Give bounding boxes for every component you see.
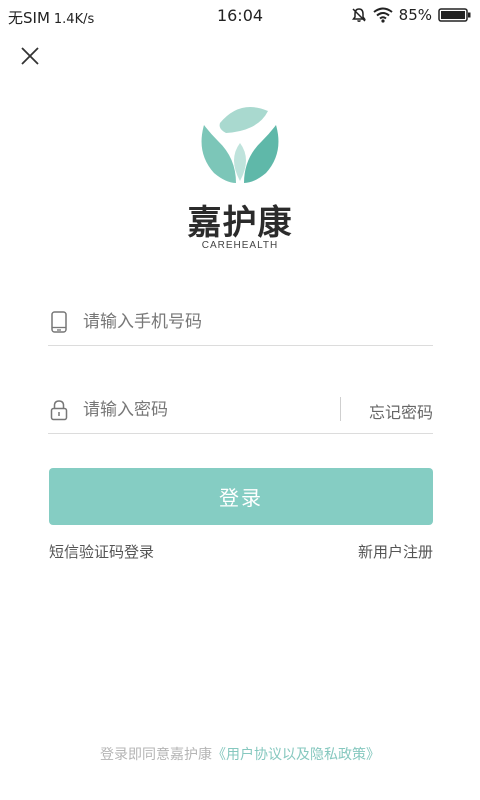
register-link[interactable]: 新用户注册 [358, 541, 433, 562]
phone-input[interactable] [83, 307, 343, 337]
login-button[interactable]: 登录 [49, 468, 433, 525]
phone-field [48, 299, 433, 346]
policy-link[interactable]: 《用户协议以及隐私政策》 [212, 747, 380, 763]
status-right: 85% [351, 6, 472, 24]
password-field: 忘记密码 [48, 387, 433, 434]
battery-percent: 85% [398, 6, 432, 24]
mute-icon [351, 8, 366, 22]
brand-subtitle: CAREHEALTH [201, 240, 279, 251]
sms-login-link[interactable]: 短信验证码登录 [49, 541, 154, 562]
status-bar: 无SIM 1.4K/s 16:04 85% [0, 0, 480, 32]
brand-name: 嘉护康 [187, 203, 293, 243]
agree-text: 登录即同意嘉护康 [100, 747, 212, 763]
close-icon [21, 47, 39, 65]
footer-agreement: 登录即同意嘉护康《用户协议以及隐私政策》 [0, 744, 480, 764]
lock-icon [50, 400, 68, 421]
battery-icon [438, 8, 471, 22]
forgot-password-link[interactable]: 忘记密码 [369, 399, 433, 423]
wifi-icon [373, 7, 393, 23]
logo-leaf-icon [201, 107, 279, 183]
phone-icon [51, 311, 67, 333]
divider [340, 397, 341, 421]
password-input[interactable] [83, 395, 303, 425]
close-button[interactable] [16, 42, 44, 70]
